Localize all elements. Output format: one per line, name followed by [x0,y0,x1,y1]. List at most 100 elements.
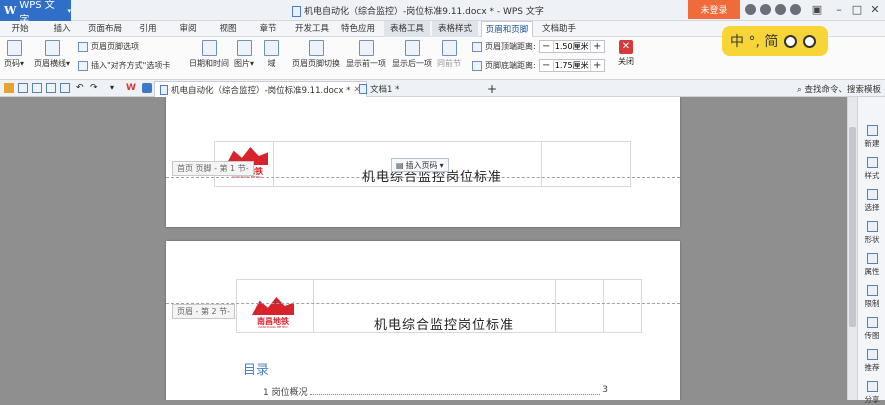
date-time-button[interactable]: 日期和时间 [189,40,229,69]
minimize-icon[interactable]: – [830,2,848,18]
footer-bottom-distance: 页脚底端距离: −+ [472,59,605,72]
app-menu-button[interactable]: W WPS 文字 ▾ [0,0,71,26]
ime-eye-icon [784,34,798,48]
menu-review[interactable]: 审阅 [172,21,204,37]
tab-document-main[interactable]: 机电自动化（综合监控）-岗位标准9.11.docx * ✕ [154,81,367,97]
search-command[interactable]: ⌕ 查找命令、搜索模板 [797,83,881,95]
next-icon [404,40,420,56]
header-top-input[interactable] [552,41,591,52]
field-button[interactable]: 域 [264,40,279,69]
document-canvas[interactable]: 南昌地铁 NANCHANG METRO 首页 页脚 - 第 1 节- 机电综合监… [0,97,847,400]
tab-document-1[interactable]: 文档1 * [354,81,404,97]
previous-icon [358,40,374,56]
document-icon [292,6,301,17]
menu-doc-assistant[interactable]: 文档助手 [538,21,580,37]
switch-header-footer-button[interactable]: 页眉页脚切换 [292,40,340,69]
page-number-icon: ▤ [396,160,404,170]
menu-chapter[interactable]: 章节 [252,21,284,37]
menu-references[interactable]: 引用 [132,21,164,37]
wps-cloud-icon[interactable]: W [126,83,136,93]
page-title: 机电综合监控岗位标准 [374,318,515,333]
header-top-stepper[interactable]: −+ [538,40,605,53]
close-icon[interactable]: ✕ [866,2,884,18]
panel-shape[interactable]: 形状 [858,221,885,245]
customize-toolbar-icon[interactable]: ▾ [110,83,120,93]
document-tab-bar: ↶ ↷ ▾ W 机电自动化（综合监控）-岗位标准9.11.docx * ✕ 文档1… [0,80,885,97]
picture-button[interactable]: 图片▾ [234,40,254,69]
scroll-thumb[interactable] [849,127,856,327]
right-task-panel: 新建 样式 选择 形状 属性 限制 传图 推荐 分享 [857,97,885,404]
menu-table-tools[interactable]: 表格工具 [384,21,430,37]
menu-table-style[interactable]: 表格样式 [432,21,478,37]
insert-page-number-button[interactable]: ▤ 插入页码 ▾ [391,158,449,172]
options-icon [78,41,88,52]
decrement-button[interactable]: − [540,60,553,71]
share-icon [866,381,878,392]
menu-page-layout[interactable]: 页面布局 [84,21,126,37]
show-next-button[interactable]: 显示后一项 [392,40,432,69]
increment-button[interactable]: + [591,41,604,52]
panel-properties[interactable]: 属性 [858,253,885,277]
switch-icon [308,40,324,56]
redo-icon[interactable]: ↷ [90,83,100,93]
header-footer-options-button[interactable]: 页眉页脚选项 [78,41,139,52]
toc-entry[interactable]: 1 岗位概况 3 [263,385,608,398]
vertical-scrollbar[interactable] [847,97,857,400]
picture-icon [236,40,252,56]
increment-button[interactable]: + [591,60,604,71]
close-header-footer-button[interactable]: ✕ 关闭 [614,40,638,67]
insert-align-tab-button[interactable]: 插入"对齐方式"选项卡 [78,60,170,71]
feedback-icon[interactable] [760,4,771,15]
undo-icon[interactable]: ↶ [76,83,86,93]
footer-distance-icon [472,60,482,71]
same-as-previous-button[interactable]: 同前节 [437,40,461,69]
decrement-button[interactable]: − [540,41,553,52]
restore-window-icon[interactable]: ▣ [808,2,826,18]
cube-icon[interactable] [142,83,152,93]
panel-select[interactable]: 选择 [858,189,885,213]
recommend-icon [866,349,878,360]
menu-header-footer[interactable]: 页眉和页脚 [481,21,533,37]
settings-icon[interactable] [775,4,786,15]
help-icon[interactable] [790,4,801,15]
print-preview-icon[interactable] [32,83,42,93]
save-icon[interactable] [18,83,28,93]
panel-upload-image[interactable]: 传图 [858,317,885,341]
footer-bottom-stepper[interactable]: −+ [538,59,605,72]
skin-icon[interactable] [745,4,756,15]
select-icon [866,189,878,200]
show-previous-button[interactable]: 显示前一项 [346,40,386,69]
new-icon [866,125,878,136]
ime-toolbar[interactable]: 中 °, 简 [722,26,828,56]
menu-view[interactable]: 视图 [212,21,244,37]
print-icon[interactable] [46,83,56,93]
page-number-button[interactable]: 页码▾ [4,40,24,69]
document-icon [359,84,367,94]
header-section-tag: 页眉 - 第 2 节- [172,304,236,319]
header-distance-icon [472,41,482,52]
menu-special-apps[interactable]: 特色应用 [338,21,378,37]
menu-dev-tools[interactable]: 开发工具 [292,21,332,37]
maximize-icon[interactable]: □ [848,2,866,18]
format-painter-icon[interactable] [60,83,70,93]
panel-new[interactable]: 新建 [858,125,885,149]
panel-recommend[interactable]: 推荐 [858,349,885,373]
panel-share[interactable]: 分享 [858,381,885,405]
align-tab-icon [78,60,88,71]
restrict-icon [866,285,878,296]
panel-restrict[interactable]: 限制 [858,285,885,309]
menu-insert[interactable]: 插入 [44,21,80,37]
login-button[interactable]: 未登录 [688,0,740,19]
new-tab-button[interactable]: + [482,81,502,97]
title-bar: W WPS 文字 ▾ 机电自动化（综合监控）-岗位标准9.11.docx * -… [0,0,885,26]
footer-bottom-input[interactable] [552,60,591,71]
close-x-icon: ✕ [619,40,633,54]
open-icon[interactable] [4,83,14,93]
header-line-button[interactable]: 页眉横线▾ [34,40,70,69]
style-icon [866,157,878,168]
wps-logo-icon: W [4,4,17,17]
panel-style[interactable]: 样式 [858,157,885,181]
chevron-down-icon: ▾ [67,6,71,15]
menu-start[interactable]: 开始 [2,21,38,37]
toc-heading: 目录 [243,363,270,378]
